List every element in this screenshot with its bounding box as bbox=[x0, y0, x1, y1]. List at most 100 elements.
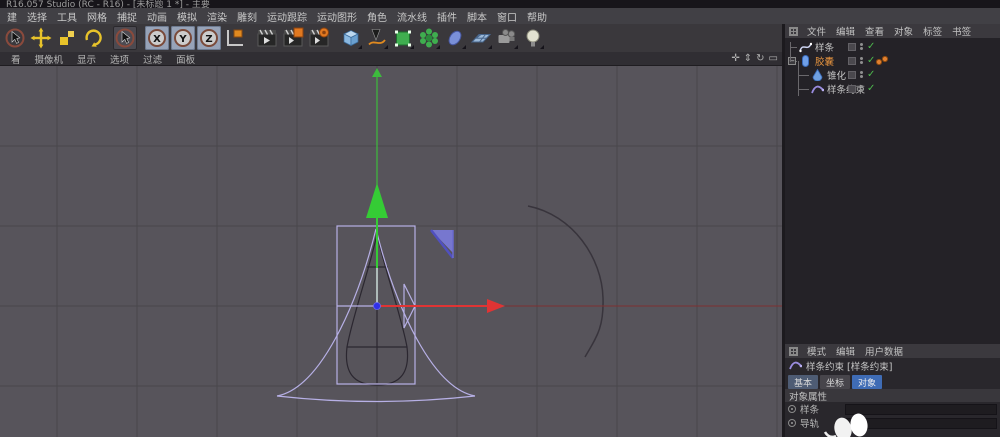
y-axis-gizmo[interactable] bbox=[366, 68, 388, 303]
object-label[interactable]: 样条 bbox=[815, 40, 834, 54]
animation-keyframe-dot[interactable] bbox=[788, 419, 796, 427]
lock-y-axis-button[interactable]: Y bbox=[171, 26, 195, 50]
c4d-window: R16.057 Studio (RC - R16) - [未标题 1 *] - … bbox=[0, 0, 1000, 437]
layer-color-box[interactable] bbox=[848, 71, 856, 79]
viewport-menu-item-1[interactable]: 摄像机 bbox=[28, 52, 71, 66]
object-row-锥化[interactable]: 锥化 ✓ bbox=[785, 68, 1000, 82]
layer-color-box[interactable] bbox=[848, 43, 856, 51]
spline-wrap-icon bbox=[811, 83, 824, 95]
title-bar: R16.057 Studio (RC - R16) - [未标题 1 *] - … bbox=[0, 0, 1000, 8]
object-manager-menu-item-5[interactable]: 书签 bbox=[947, 24, 976, 38]
phong-tag-icon[interactable] bbox=[875, 55, 890, 69]
tree-guide-line bbox=[799, 75, 809, 76]
attribute-tab-坐标[interactable]: 坐标 bbox=[820, 375, 851, 389]
layer-color-box[interactable] bbox=[848, 85, 856, 93]
enabled-check-icon[interactable]: ✓ bbox=[867, 82, 875, 96]
main-menu-item-16[interactable]: 帮助 bbox=[522, 9, 552, 24]
main-menu-item-13[interactable]: 插件 bbox=[432, 9, 462, 24]
x-axis-gizmo[interactable] bbox=[379, 299, 782, 313]
viewport-canvas[interactable] bbox=[0, 65, 782, 437]
object-row-样条约束[interactable]: 样条约束 ✓ bbox=[785, 82, 1000, 96]
add-light-button[interactable] bbox=[521, 26, 545, 50]
object-label[interactable]: 锥化 bbox=[827, 68, 846, 82]
viewport-menu-item-0[interactable]: 看 bbox=[4, 52, 28, 66]
arc-spline bbox=[527, 205, 604, 358]
add-camera-button[interactable] bbox=[495, 26, 519, 50]
attribute-manager: 模式 编辑 用户数据 样条约束 [样条约束] 基本 坐标 对象 对象属性 样条 导轨 bbox=[785, 344, 1000, 437]
render-settings-button[interactable] bbox=[307, 26, 331, 50]
main-menu-item-1[interactable]: 选择 bbox=[22, 9, 52, 24]
main-menu-item-2[interactable]: 工具 bbox=[52, 9, 82, 24]
animation-keyframe-dot[interactable] bbox=[788, 405, 796, 413]
scale-tool-button[interactable] bbox=[55, 26, 79, 50]
object-row-样条[interactable]: 样条 ✓ bbox=[785, 40, 1000, 54]
main-menu-item-0[interactable]: 建 bbox=[2, 9, 22, 24]
visibility-dots[interactable] bbox=[860, 56, 864, 65]
attribute-menu-item-2[interactable]: 用户数据 bbox=[860, 344, 908, 358]
main-menu-item-12[interactable]: 流水线 bbox=[392, 9, 432, 24]
viewport-corner-controls: ✛ ⇕ ↻ ▭ bbox=[731, 53, 778, 64]
visibility-dots[interactable] bbox=[860, 42, 864, 51]
attribute-menu-item-0[interactable]: 模式 bbox=[802, 344, 831, 358]
attribute-value-field[interactable] bbox=[845, 417, 997, 429]
tree-guide-line bbox=[799, 89, 809, 90]
object-manager-empty-area[interactable] bbox=[785, 96, 1000, 344]
viewport-menu-item-4[interactable]: 过滤 bbox=[136, 52, 169, 66]
coordinate-system-button[interactable] bbox=[223, 26, 247, 50]
viewport-menu-item-2[interactable]: 显示 bbox=[70, 52, 103, 66]
render-view-button[interactable] bbox=[255, 26, 279, 50]
attribute-tab-对象[interactable]: 对象 bbox=[852, 375, 883, 389]
attribute-tab-基本[interactable]: 基本 bbox=[788, 375, 819, 389]
attribute-menu-item-1[interactable]: 编辑 bbox=[831, 344, 860, 358]
enabled-check-icon[interactable]: ✓ bbox=[867, 68, 875, 82]
layer-color-box[interactable] bbox=[848, 57, 856, 65]
spline-pen-button[interactable] bbox=[365, 26, 389, 50]
zoom-view-icon[interactable]: ⇕ bbox=[744, 53, 752, 64]
main-menu-item-7[interactable]: 渲染 bbox=[202, 9, 232, 24]
main-menu-item-6[interactable]: 模拟 bbox=[172, 9, 202, 24]
main-menu-item-15[interactable]: 窗口 bbox=[492, 9, 522, 24]
origin-dot[interactable] bbox=[373, 302, 381, 310]
main-menu-item-11[interactable]: 角色 bbox=[362, 9, 392, 24]
object-manager-header: 文件 编辑 查看 对象 标签 书签 bbox=[785, 24, 1000, 38]
object-row-胶囊[interactable]: − 胶囊 ✓ bbox=[785, 54, 1000, 68]
main-menu-item-9[interactable]: 运动跟踪 bbox=[262, 9, 312, 24]
viewport-menu-item-5[interactable]: 面板 bbox=[169, 52, 202, 66]
add-primitive-cube-button[interactable] bbox=[339, 26, 363, 50]
object-label[interactable]: 胶囊 bbox=[815, 54, 834, 68]
live-selection-tool-button[interactable] bbox=[3, 26, 27, 50]
viewport-menu-item-3[interactable]: 选项 bbox=[103, 52, 136, 66]
add-environment-floor-button[interactable] bbox=[469, 26, 493, 50]
render-picture-viewer-button[interactable] bbox=[281, 26, 305, 50]
toggle-panel-icon[interactable]: ▭ bbox=[769, 53, 778, 64]
panel-menu-icon[interactable] bbox=[789, 26, 798, 36]
object-manager-menu-item-2[interactable]: 查看 bbox=[860, 24, 889, 38]
rotate-view-icon[interactable]: ↻ bbox=[756, 53, 764, 64]
pan-view-icon[interactable]: ✛ bbox=[731, 53, 739, 64]
main-menu-item-8[interactable]: 雕刻 bbox=[232, 9, 262, 24]
visibility-dots[interactable] bbox=[860, 70, 864, 79]
object-manager-menu-item-3[interactable]: 对象 bbox=[889, 24, 918, 38]
add-modeling-object-button[interactable] bbox=[443, 26, 467, 50]
main-menu-item-10[interactable]: 运动图形 bbox=[312, 9, 362, 24]
rotate-tool-button[interactable] bbox=[81, 26, 105, 50]
object-manager-menu-item-0[interactable]: 文件 bbox=[802, 24, 831, 38]
lock-x-axis-button[interactable]: X bbox=[145, 26, 169, 50]
visibility-dots[interactable] bbox=[860, 84, 864, 93]
main-menu-item-5[interactable]: 动画 bbox=[142, 9, 172, 24]
add-generator-button[interactable] bbox=[391, 26, 415, 50]
main-menu-item-14[interactable]: 脚本 bbox=[462, 9, 492, 24]
main-menu-item-3[interactable]: 网格 bbox=[82, 9, 112, 24]
taper-icon bbox=[811, 69, 824, 81]
move-tool-button[interactable] bbox=[29, 26, 53, 50]
attribute-value-field[interactable] bbox=[845, 403, 997, 415]
object-manager-menu-item-4[interactable]: 标签 bbox=[918, 24, 947, 38]
lock-z-axis-button[interactable]: Z bbox=[197, 26, 221, 50]
panel-menu-icon[interactable] bbox=[789, 346, 798, 356]
viewport-menu: 看摄像机 显示 选项 过滤 面板 bbox=[4, 52, 202, 66]
object-manager-menu-item-1[interactable]: 编辑 bbox=[831, 24, 860, 38]
add-deformer-button[interactable] bbox=[417, 26, 441, 50]
main-menu-item-4[interactable]: 捕捉 bbox=[112, 9, 142, 24]
enabled-check-icon[interactable]: ✓ bbox=[867, 40, 875, 54]
last-used-tool-button[interactable] bbox=[113, 26, 137, 50]
